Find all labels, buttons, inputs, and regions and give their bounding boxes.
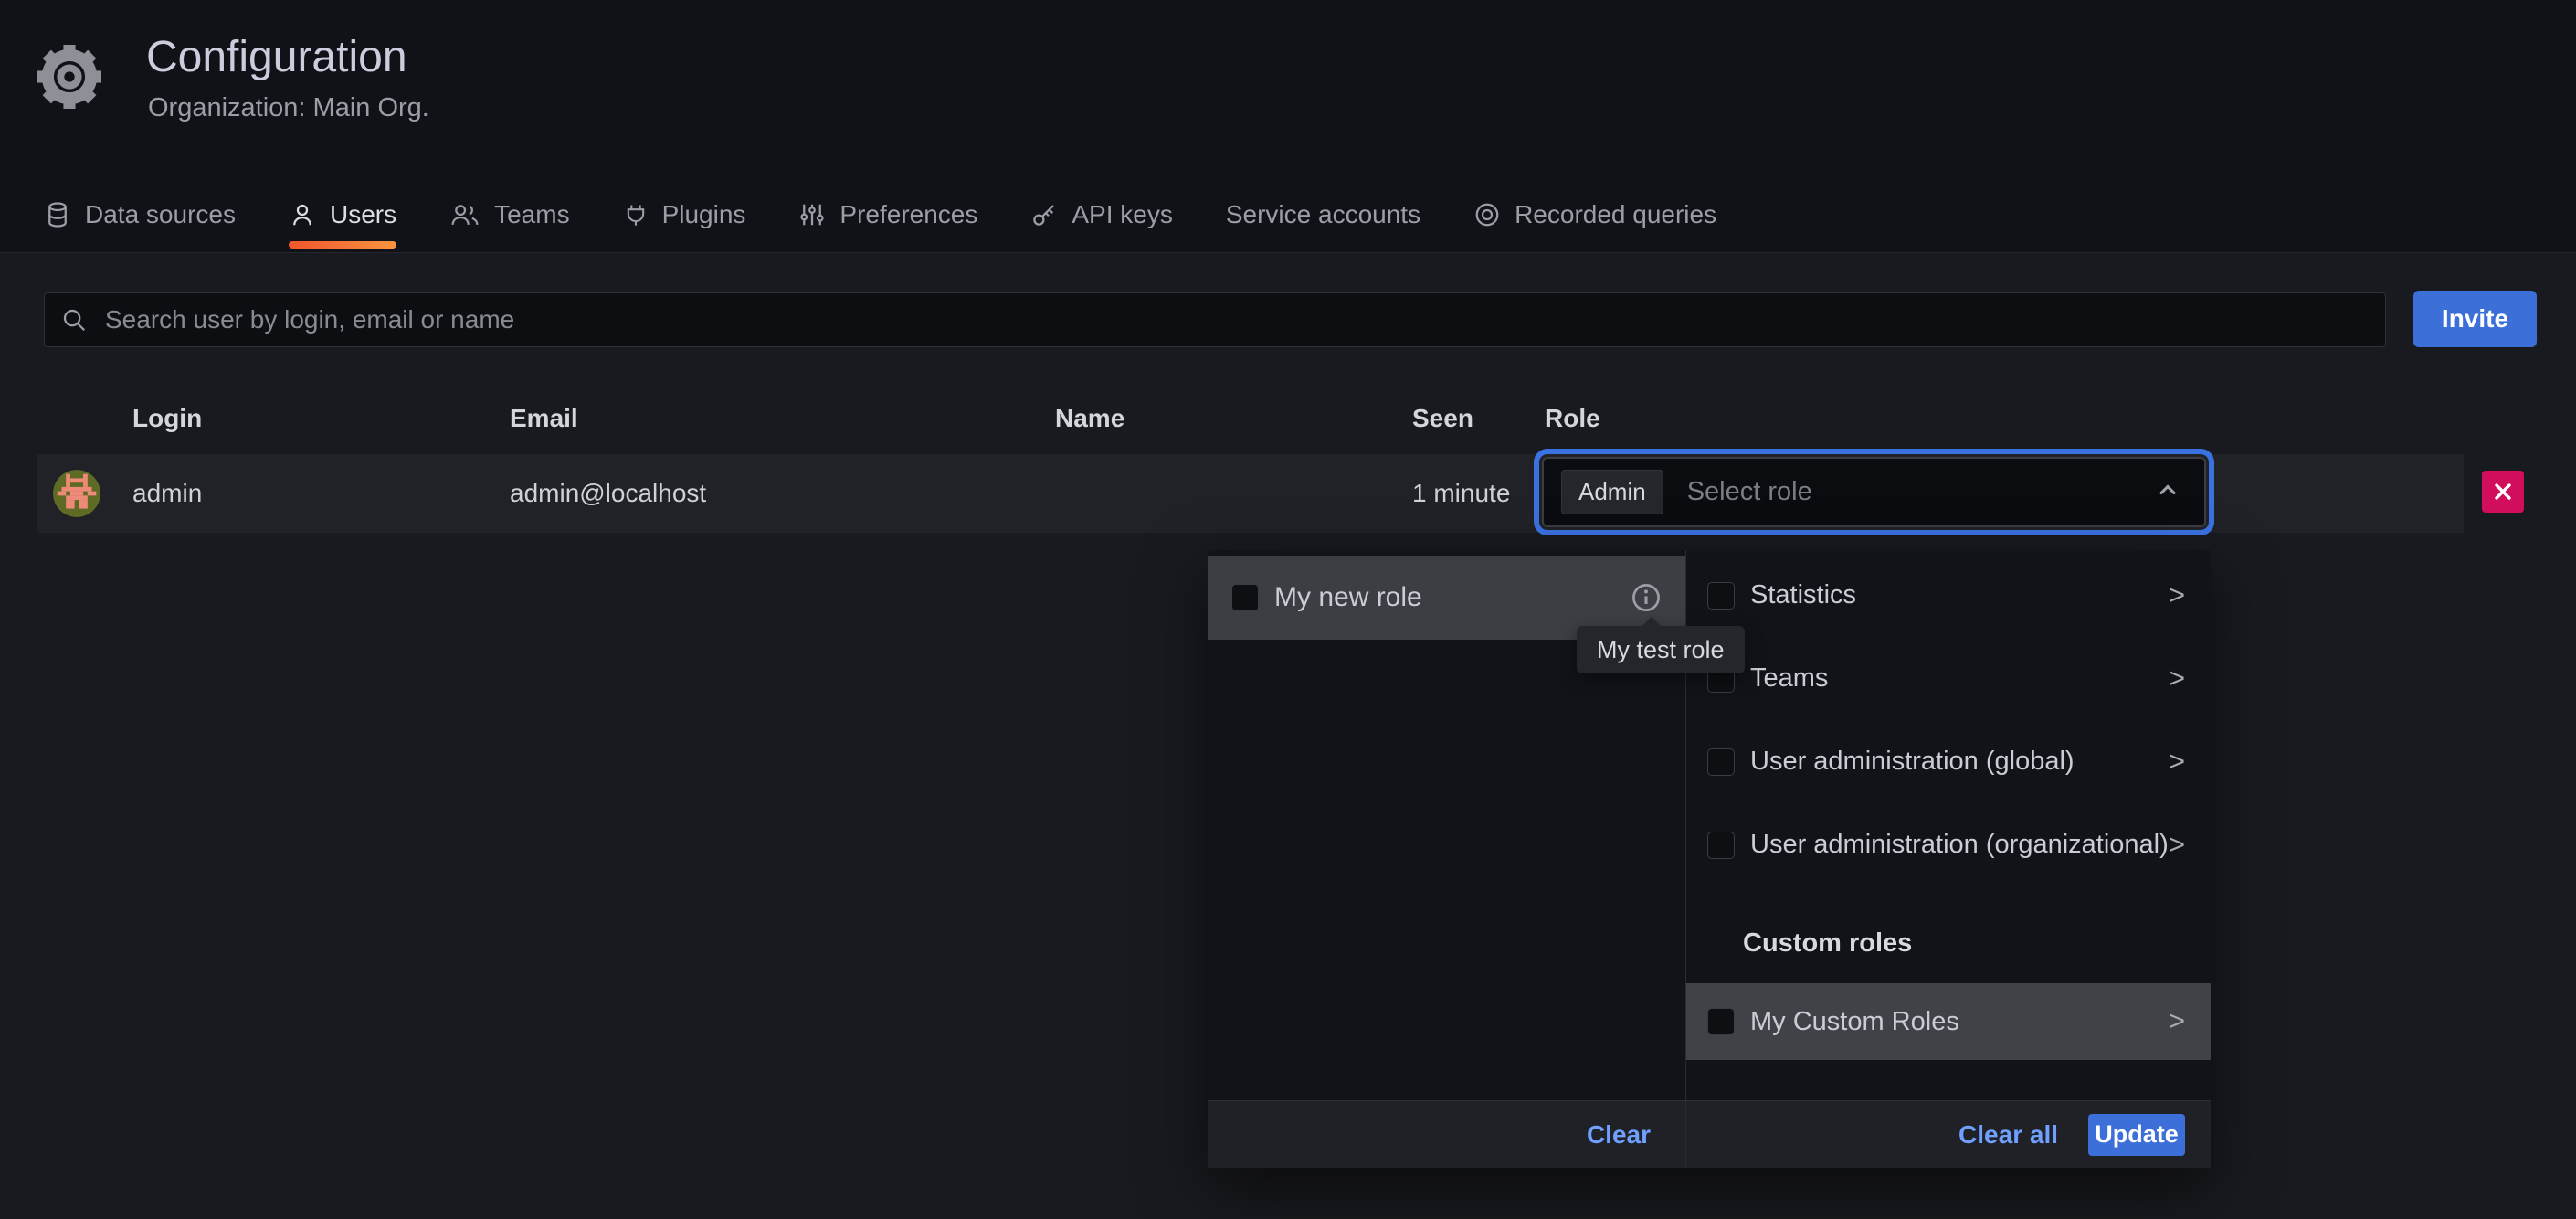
column-seen: Seen	[1412, 404, 1473, 433]
dropdown-footer: Clear Clear all Update	[1208, 1100, 2211, 1168]
chevron-right-icon: >	[2169, 663, 2185, 694]
users-content: Invite Login Email Name Seen Role	[0, 253, 2576, 1219]
column-name: Name	[1055, 404, 1124, 433]
group-option-user-admin-global[interactable]: User administration (global) >	[1686, 720, 2211, 803]
search-container	[44, 292, 2386, 347]
user-admin-org-checkbox[interactable]	[1707, 832, 1735, 859]
tab-data-sources[interactable]: Data sources	[44, 177, 236, 252]
statistics-checkbox[interactable]	[1707, 582, 1735, 610]
database-icon	[44, 200, 71, 229]
users-icon	[449, 200, 480, 229]
chevron-right-icon: >	[2169, 580, 2185, 611]
tab-recorded-queries[interactable]: Recorded queries	[1473, 177, 1716, 252]
page-subtitle: Organization: Main Org.	[148, 93, 429, 123]
user-admin-global-checkbox[interactable]	[1707, 748, 1735, 776]
dropdown-groups-panel: Statistics > Teams > User administration…	[1685, 550, 2211, 1100]
user-email: admin@localhost	[510, 454, 706, 533]
record-icon	[1473, 200, 1501, 229]
my-new-role-checkbox[interactable]	[1231, 584, 1259, 611]
role-tooltip: My test role	[1577, 626, 1745, 673]
user-seen: 1 minute	[1412, 454, 1510, 533]
key-icon	[1030, 200, 1058, 229]
custom-roles-header: Custom roles	[1686, 903, 2211, 983]
user-avatar	[53, 470, 100, 517]
invite-button[interactable]: Invite	[2413, 291, 2537, 347]
configuration-gear-icon	[31, 38, 108, 120]
tab-users[interactable]: Users	[289, 177, 396, 252]
user-login: admin	[132, 454, 202, 533]
group-option-statistics[interactable]: Statistics >	[1686, 554, 2211, 637]
my-custom-roles-checkbox[interactable]	[1707, 1008, 1735, 1035]
chevron-up-icon[interactable]	[2155, 477, 2180, 507]
chevron-right-icon: >	[2169, 747, 2185, 778]
user-icon	[289, 200, 316, 229]
group-option-teams[interactable]: Teams >	[1686, 637, 2211, 720]
sliders-icon	[798, 200, 826, 229]
tab-preferences[interactable]: Preferences	[798, 177, 977, 252]
role-picker-placeholder: Select role	[1687, 477, 1812, 507]
tab-service-accounts[interactable]: Service accounts	[1226, 177, 1420, 252]
role-badge-admin[interactable]: Admin	[1561, 470, 1663, 514]
search-input[interactable]	[44, 292, 2386, 347]
tab-plugins[interactable]: Plugins	[623, 177, 746, 252]
update-button[interactable]: Update	[2088, 1114, 2185, 1156]
column-login: Login	[132, 404, 202, 433]
chevron-right-icon: >	[2169, 1006, 2185, 1037]
close-icon	[2492, 481, 2514, 503]
column-role: Role	[1545, 404, 1600, 433]
clear-all-button[interactable]: Clear all	[1958, 1120, 2058, 1150]
group-option-my-custom-roles[interactable]: My Custom Roles >	[1686, 983, 2211, 1060]
config-tabs: Data sources Users Teams Plugins	[44, 177, 1716, 252]
clear-button[interactable]: Clear	[1587, 1120, 1651, 1150]
tab-api-keys[interactable]: API keys	[1030, 177, 1172, 252]
column-email: Email	[510, 404, 578, 433]
plug-icon	[623, 200, 649, 229]
chevron-right-icon: >	[2169, 830, 2185, 861]
delete-user-button[interactable]	[2482, 471, 2524, 513]
page-header: Configuration Organization: Main Org. Da…	[0, 0, 2576, 253]
page-title: Configuration	[146, 31, 407, 84]
tab-teams[interactable]: Teams	[449, 177, 569, 252]
info-icon[interactable]	[1629, 580, 1663, 615]
search-icon	[60, 306, 88, 334]
grafana-configuration-page: Configuration Organization: Main Org. Da…	[0, 0, 2576, 1219]
group-option-user-admin-org[interactable]: User administration (organizational) >	[1686, 803, 2211, 886]
role-picker[interactable]: Admin Select role	[1542, 457, 2206, 527]
